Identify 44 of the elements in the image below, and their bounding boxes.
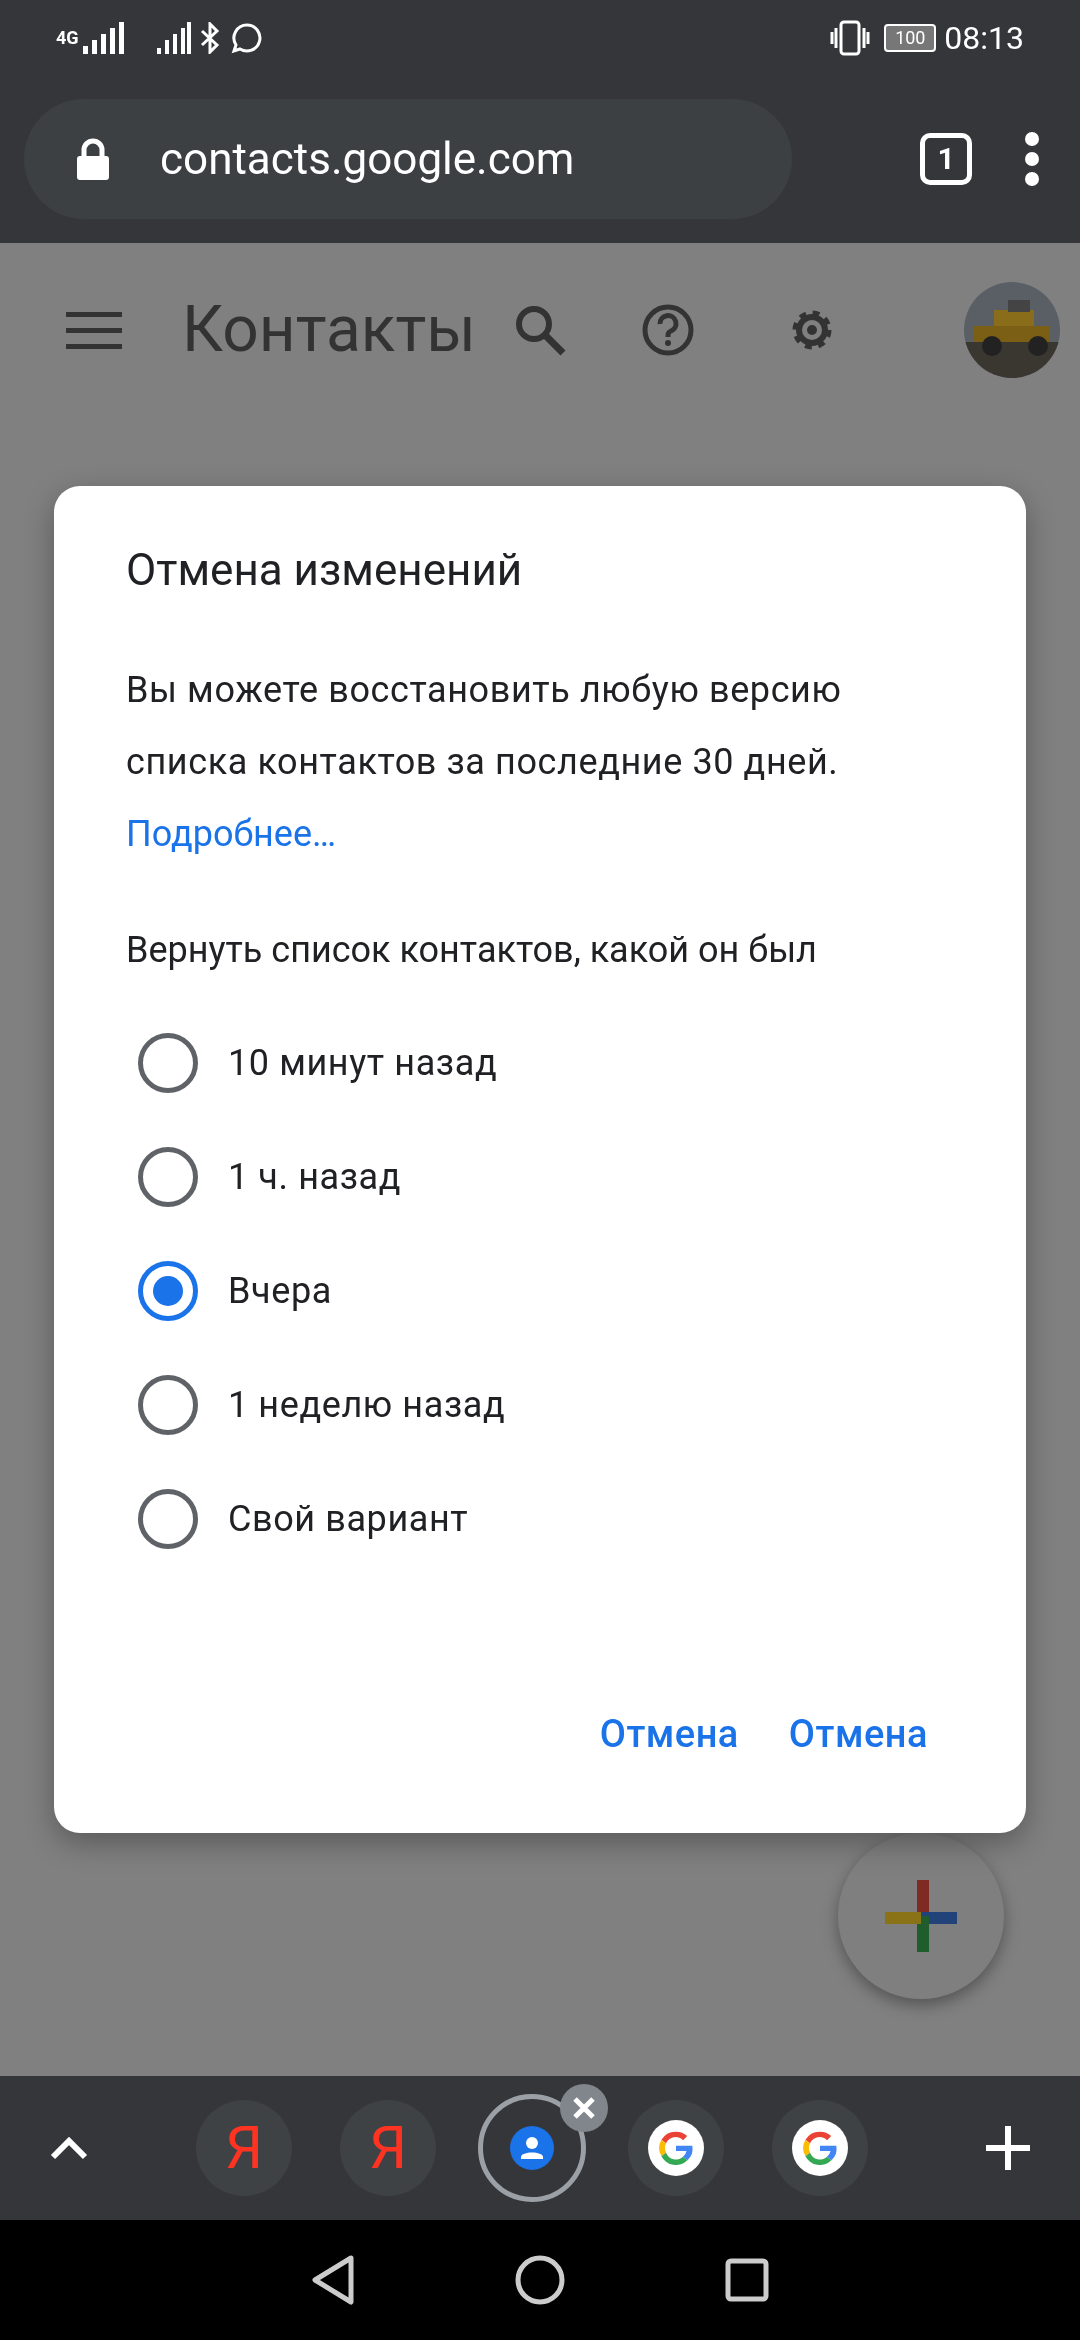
clock: 08:13 — [944, 21, 1024, 54]
bluetooth-icon — [198, 21, 221, 54]
dialog-title: Отмена изменений — [126, 543, 524, 598]
radio-button[interactable] — [138, 1489, 198, 1549]
address-bar[interactable]: contacts.google.com — [24, 99, 792, 219]
vibrate-icon — [830, 19, 871, 56]
chevron-up-icon[interactable] — [50, 2136, 88, 2160]
url-text: contacts.google.com — [160, 132, 575, 187]
google-logo-icon — [792, 2120, 848, 2176]
signal-icon — [156, 21, 191, 54]
radio-option[interactable]: 1 ч. назад — [126, 1120, 954, 1234]
network-label: 4G — [56, 28, 79, 47]
radio-button[interactable] — [138, 1261, 198, 1321]
radio-option[interactable]: 1 неделю назад — [126, 1348, 954, 1462]
menu-icon[interactable] — [66, 310, 122, 350]
search-icon[interactable] — [513, 304, 566, 356]
tab-count-button[interactable]: 1 — [920, 133, 972, 185]
close-icon — [573, 2097, 595, 2119]
back-icon[interactable] — [311, 2255, 355, 2305]
lock-icon — [76, 138, 110, 180]
restore-prompt: Вернуть список контактов, какой он был — [126, 928, 818, 973]
cancel-button[interactable]: Отмена — [788, 1706, 928, 1763]
radio-option[interactable]: 10 минут назад — [126, 1006, 954, 1120]
radio-option[interactable]: Свой вариант — [126, 1462, 954, 1576]
plus-icon — [885, 1880, 957, 1952]
person-icon — [510, 2126, 554, 2170]
cancel-button[interactable]: Отмена — [599, 1706, 739, 1763]
chat-bubble-icon — [230, 21, 263, 54]
radio-button[interactable] — [138, 1375, 198, 1435]
signal-icon — [82, 21, 127, 54]
battery-indicator: 100 — [884, 23, 937, 52]
radio-button[interactable] — [138, 1147, 198, 1207]
help-icon[interactable] — [641, 304, 694, 356]
more-menu-icon[interactable] — [1024, 131, 1040, 187]
radio-button[interactable] — [138, 1033, 198, 1093]
plus-icon[interactable] — [986, 2126, 1030, 2170]
app-title: Контакты — [182, 291, 476, 369]
radio-option[interactable]: Вчера — [126, 1234, 954, 1348]
dialog-body: Вы можете восстановить любую версию списка контактов за последние 30 дней. — [126, 668, 843, 785]
google-logo-icon — [648, 2120, 704, 2176]
home-icon[interactable] — [515, 2255, 565, 2305]
recents-icon[interactable] — [725, 2258, 769, 2302]
learn-more-link[interactable]: Подробнее… — [126, 798, 337, 870]
close-tab-button[interactable] — [560, 2084, 608, 2132]
